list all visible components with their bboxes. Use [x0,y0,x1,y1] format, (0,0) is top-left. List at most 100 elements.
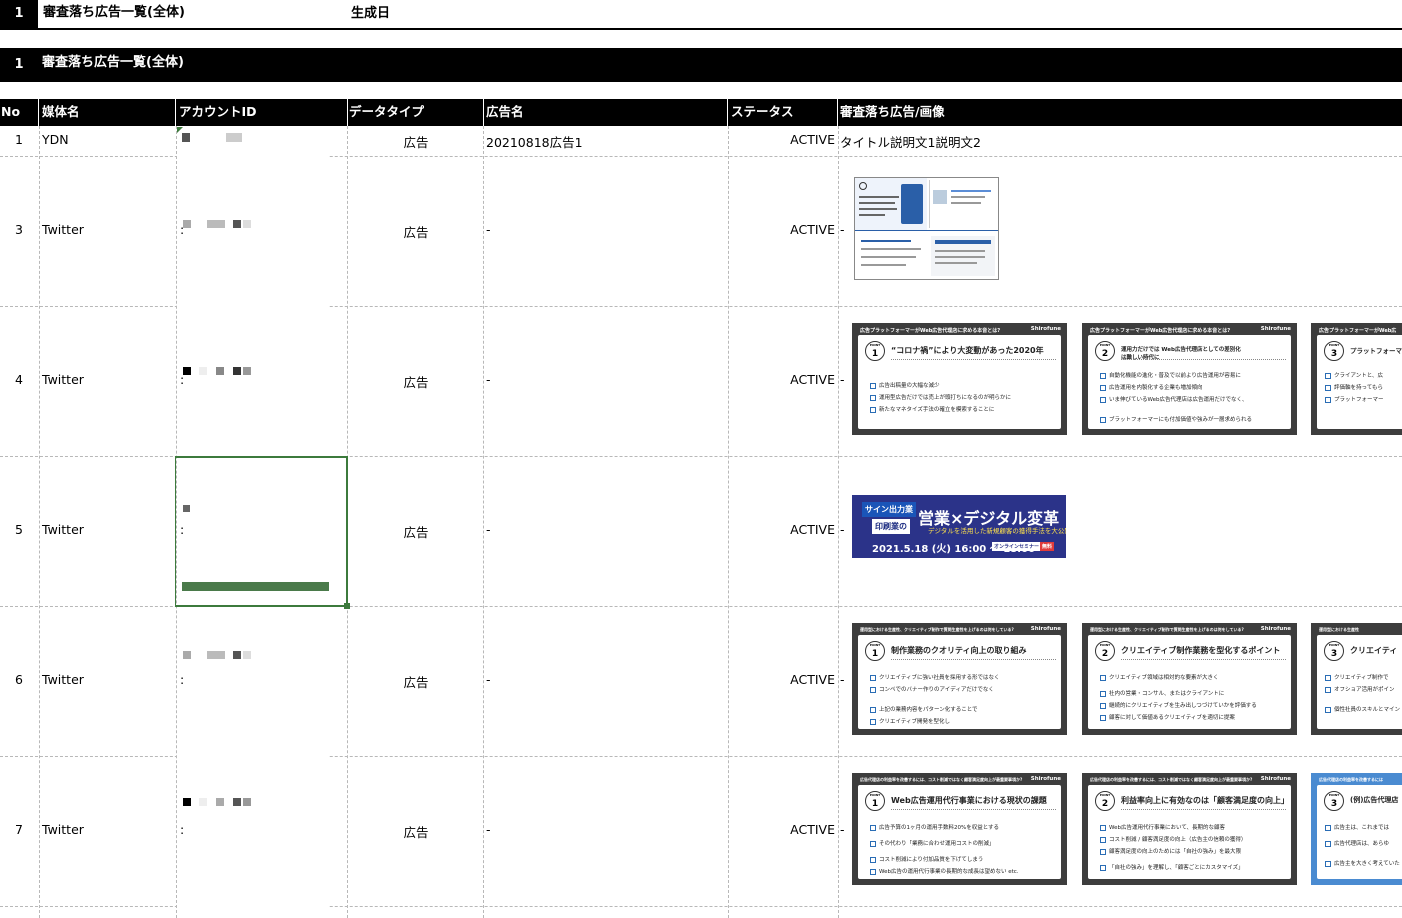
row-media: Twitter [42,372,84,387]
column-header-no[interactable]: No [1,99,20,126]
point-badge: 2 [1095,341,1115,361]
row-media: Twitter [42,522,84,537]
redacted-account-id [183,798,191,806]
row-no: 7 [15,822,23,837]
row-ad-content: - [840,372,845,387]
slide-bullet: クリエイティブ制作で [1325,673,1389,681]
slide-bullet: プラットフォーマー [1325,395,1384,403]
point-badge: 2 [1095,791,1115,811]
slide-bullet: 新たなマネタイズ手法の確立を模索することに [870,405,994,413]
slide-bullet: Web広告運用代行事業において、長期的な顧客 [1100,823,1225,831]
slide-header: 運用型における生産性 [1319,627,1359,632]
ad-image-slide[interactable]: 運用型における生産性、クリエイティブ制作で質問生産性を上げるのは何をしている? … [1082,623,1297,735]
report-title: 審査落ち広告一覧(全体) [43,5,185,20]
row-media: YDN [42,132,69,147]
slide-bullet: 顧客に対して価値あるクリエイティブを適切に提案 [1100,713,1235,721]
row-data-type: 広告 [403,375,429,390]
row-status: ACTIVE [790,522,835,537]
slide-bullet: コンペでのバナー作りのアイディアだけでなく [870,685,994,693]
row-data-type: 広告 [403,525,429,540]
title-row: 1 審査落ち広告一覧(全体) 生成日 [0,0,1402,30]
section-title: 審査落ち広告一覧(全体) [42,55,184,70]
slide-bullet: 個性社員のスキルとマイン [1325,705,1400,713]
point-badge: 1 [865,341,885,361]
row-ad-name: 20210818広告1 [486,135,583,150]
point-badge: 1 [865,641,885,661]
column-header-account-id[interactable]: アカウントID [179,99,257,126]
redacted-account-id [182,133,190,142]
slide-header: 運用型における生産性、クリエイティブ制作で質問生産性を上げるのは何をしている? [1090,627,1244,632]
column-header-rejected-ad[interactable]: 審査落ち広告/画像 [840,99,945,126]
row-ad-name: - [486,672,491,687]
ad-image-slide[interactable]: 広告代理店の利益率を改善するには 3 (例)広告代理店 広告主は、これまでは 広… [1311,773,1402,885]
slide-bullet: 広告代理店は、あらゆ [1325,839,1389,847]
slide-bullet: 広告主は、これまでは [1325,823,1389,831]
point-badge: 1 [865,791,885,811]
redacted-account-id [183,367,191,375]
row-no: 3 [15,222,23,237]
table-header: No 媒体名 アカウントID データタイプ 広告名 ステータス 審査落ち広告/画… [0,99,1402,126]
ad-image-slide[interactable]: 運用型における生産性、クリエイティブ制作で質問生産性を上げるのは何をしている? … [852,623,1067,735]
banner-free-badge: 無料 [1040,542,1055,551]
redacted-account-id [183,220,191,228]
row-data-type: 広告 [403,225,429,240]
ad-image-banner[interactable]: サイン出力業 印刷業の 営業×デジタル変革 デジタルを活用した新規顧客の獲得手法… [852,495,1066,558]
ad-image-slide[interactable]: 広告プラットフォーマーがWeb広 3 プラットフォーマ クライアントと、広 評価… [1311,323,1402,435]
slide-title: クリエイティブ制作業務を型化するポイント [1121,646,1281,655]
row-no: 5 [15,522,23,537]
row-ad-content: - [840,672,845,687]
slide-header: 広告プラットフォーマーがWeb広 [1319,328,1397,334]
row-ad-name: - [486,222,491,237]
row-ad-name: - [486,522,491,537]
row-data-type: 広告 [403,135,429,150]
ad-image-slide[interactable]: 広告プラットフォーマーがWeb広告代理店に求める本音とは? Shirofune … [1082,323,1297,435]
point-badge: 2 [1095,641,1115,661]
slide-bullet: 顧客満足度の向上のためには「自社の強み」を最大限 [1100,847,1241,855]
slide-bullet: コスト削減により付加品質を下げてしまう [870,855,983,863]
column-header-data-type[interactable]: データタイプ [349,99,424,126]
column-header-ad-name[interactable]: 広告名 [486,99,524,126]
slide-bullet: いま伸びているWeb広告代理店は広告運用だけでなく、 [1100,395,1248,403]
fill-handle[interactable] [344,603,350,609]
slide-bullet: 上記の業務内容をパターン化することで [870,705,978,713]
ad-image-webpage[interactable] [854,177,999,280]
banner-badge: オンラインセミナー [992,542,1042,551]
row-data-type: 広告 [403,825,429,840]
banner-tag: サイン出力業 [862,502,916,517]
slide-bullet: 社内の営業・コンサル、またはクライアントに [1100,689,1224,697]
row-ad-content: タイトル説明文1説明文2 [840,135,981,150]
slide-title: プラットフォーマ [1350,347,1402,355]
row-ad-name: - [486,822,491,837]
slide-title: 制作業務のクオリティ向上の取り組み [891,646,1027,655]
ad-image-slide[interactable]: 広告代理店の利益率を改善するには、コスト削減ではなく顧客満足度向上が最重要事項か… [1082,773,1297,885]
row-account-mark: : [180,822,185,837]
slide-title: “コロナ禍”により大変動があった2020年 [891,346,1044,355]
slide-title: 利益率向上に有効なのは「顧客満足度の向上」 [1121,796,1289,805]
row-account-mark: : [180,522,185,537]
column-header-status[interactable]: ステータス [731,99,794,126]
slide-bullet: オフショア活用がポイン [1325,685,1395,693]
point-badge: 3 [1324,341,1344,361]
slide-header: 運用型における生産性、クリエイティブ制作で質問生産性を上げるのは何をしている? [860,627,1014,632]
ad-image-slide[interactable]: 広告プラットフォーマーがWeb広告代理店に求める本音とは? Shirofune … [852,323,1067,435]
slide-bullet: 「自社の強み」を理解し、「顧客ごとにカスタマイズ」 [1100,863,1244,871]
slide-bullet: 広告主を大きく考えていた [1325,859,1400,867]
column-header-media[interactable]: 媒体名 [42,99,80,126]
ad-image-slide[interactable]: 広告代理店の利益率を改善するには、コスト削減ではなく顧客満足度向上が最重要事項か… [852,773,1067,885]
point-badge: 3 [1324,641,1344,661]
slide-bullet: 継続的にクリエイティブを生み出しつづけていかを評価する [1100,701,1257,709]
slide-header: 広告代理店の利益率を改善するには、コスト削減ではなく顧客満足度向上が最重要事項か… [860,777,1023,782]
row-ad-content: - [840,222,845,237]
banner-subtitle: デジタルを活用した新規顧客の獲得手法を大公開 [928,527,1066,535]
slide-bullet: コスト削減 / 顧客満足度の向上（広告主の信頼の獲得） [1100,835,1246,843]
slide-header: 広告プラットフォーマーがWeb広告代理店に求める本音とは? [860,328,1001,334]
section-number: 1 [14,57,24,72]
slide-bullet: その代わり「業務に合わせ運用コストの削減」 [870,839,995,847]
slide-bullet: 広告予算の1ヶ月の運用手数料20%を収益とする [870,823,999,831]
slide-bullet: Web広告の運用代行事業の長期的な成長は望めない etc. [870,867,1019,875]
ad-image-slide[interactable]: 運用型における生産性 3 クリエイティ クリエイティブ制作で オフショア活用がポ… [1311,623,1402,735]
row-media: Twitter [42,222,84,237]
redacted-account-id [183,651,191,659]
slide-header: 広告代理店の利益率を改善するには [1319,777,1383,782]
brand-logo: Shirofune [1260,326,1291,332]
